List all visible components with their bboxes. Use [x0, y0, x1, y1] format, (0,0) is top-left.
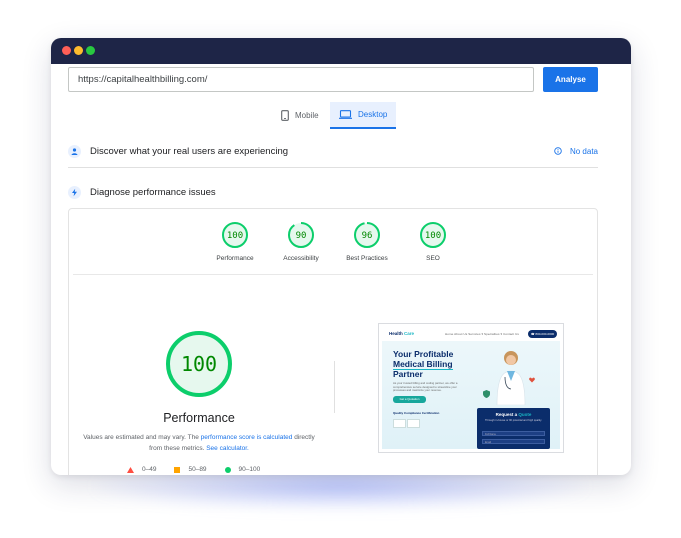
score-gauge-performance[interactable]: 100 Performance: [205, 221, 265, 262]
quote-field-name: Full Name: [482, 431, 545, 436]
logo-text: Health: [389, 331, 403, 336]
headline-line: Partner: [393, 369, 423, 379]
browser-window: Analyse Mobile Desktop Discover what you…: [51, 38, 631, 475]
thumbnail-page: Health Care Home About Us Services ▾ Spe…: [382, 327, 560, 449]
laptop-icon: [339, 110, 352, 119]
thumbnail-call-button: ☎ 800-000-0000: [528, 330, 557, 338]
gauge-value: 96: [362, 231, 373, 241]
minimize-window-dot[interactable]: [74, 46, 83, 55]
score-gauge-seo[interactable]: 100 SEO: [403, 221, 463, 262]
analyse-button[interactable]: Analyse: [543, 67, 598, 92]
report-panel: 100 Performance 90 Accessibility 96 Best…: [68, 208, 598, 475]
legend-pass: 90–100: [224, 466, 261, 473]
window-titlebar: [51, 38, 631, 64]
score-gauge-best-practices[interactable]: 96 Best Practices: [337, 221, 397, 262]
diagnose-section: Diagnose performance issues: [68, 183, 598, 201]
url-input[interactable]: [68, 67, 534, 92]
quote-title: Request a Quote: [477, 412, 550, 417]
page-screenshot-thumbnail[interactable]: Health Care Home About Us Services ▾ Spe…: [378, 323, 564, 453]
main-score-value: 100: [181, 352, 217, 376]
score-legend: 0–49 50–89 90–100: [127, 466, 278, 473]
maximize-window-dot[interactable]: [86, 46, 95, 55]
thumbnail-navbar: Health Care Home About Us Services ▾ Spe…: [382, 327, 560, 341]
score-calculated-link[interactable]: performance score is calculated: [201, 434, 293, 441]
performance-main-gauge: 100: [166, 331, 232, 397]
performance-note: Values are estimated and may vary. The p…: [79, 432, 319, 454]
legend-range: 50–89: [188, 466, 207, 473]
square-icon: [174, 466, 181, 473]
no-data-link[interactable]: No data: [554, 147, 598, 156]
thumbnail-body-text: As your trusted billing and coding partn…: [393, 381, 458, 393]
users-icon: [68, 144, 81, 158]
quote-field-email: Email: [482, 439, 545, 444]
gauges-divider: [73, 274, 593, 275]
thumbnail-badge: [407, 419, 420, 428]
quote-title-accent: Quote: [518, 412, 532, 417]
note-text: Values are estimated and may vary. The: [83, 434, 201, 441]
doctor-illustration: [496, 351, 526, 405]
diagnose-label: Diagnose performance issues: [90, 186, 216, 198]
legend-average: 50–89: [174, 466, 207, 473]
tab-desktop-label: Desktop: [358, 110, 388, 119]
gauge-value: 90: [296, 231, 307, 241]
circle-icon: [224, 466, 231, 473]
tab-mobile-label: Mobile: [295, 111, 319, 120]
thumbnail-quote-form: Request a Quote Through in-house or 90 p…: [477, 408, 550, 449]
gauge-ring: 100: [420, 222, 446, 248]
smartphone-icon: [281, 110, 289, 121]
thumbnail-headline: Your Profitable Medical Billing Partner: [393, 349, 453, 379]
gauge-label: Best Practices: [346, 255, 388, 262]
tab-mobile[interactable]: Mobile: [277, 102, 333, 129]
legend-fail: 0–49: [127, 466, 156, 473]
gauge-ring: 100: [222, 222, 248, 248]
gauge-ring: 90: [288, 222, 314, 248]
performance-title: Performance: [163, 411, 235, 425]
headline-line: Your Profitable: [393, 349, 454, 359]
vertical-divider: [334, 361, 335, 413]
thumbnail-qualification: Quality Compliance Certification: [393, 411, 440, 415]
gauge-value: 100: [425, 231, 441, 241]
discover-label: Discover what your real users are experi…: [90, 145, 289, 157]
discover-section[interactable]: Discover what your real users are experi…: [68, 142, 598, 160]
gauge-ring: 96: [354, 222, 380, 248]
quote-title-text: Request a: [495, 412, 518, 417]
no-data-label: No data: [569, 146, 598, 156]
close-window-dot[interactable]: [62, 46, 71, 55]
thumbnail-cta-button: Get a Quotation: [393, 396, 426, 403]
heart-icon: [529, 377, 535, 383]
quote-subtitle: Through in-house or 90 potential and hig…: [485, 419, 542, 422]
section-divider: [68, 167, 598, 168]
thumbnail-nav-links: Home About Us Services ▾ Specialties ▾ C…: [445, 332, 519, 336]
gauge-label: Performance: [216, 255, 254, 262]
triangle-icon: [127, 466, 134, 473]
lightning-icon: [68, 185, 81, 199]
thumbnail-badge: [393, 419, 406, 428]
legend-range: 0–49: [142, 466, 157, 473]
see-calculator-link[interactable]: See calculator.: [206, 445, 249, 452]
gauge-label: Accessibility: [283, 255, 319, 262]
thumbnail-logo: Health Care: [389, 331, 414, 336]
logo-text-accent: Care: [404, 331, 415, 336]
shield-icon: [483, 390, 490, 398]
info-icon: [554, 147, 562, 155]
legend-range: 90–100: [238, 466, 261, 473]
tab-desktop[interactable]: Desktop: [330, 102, 396, 129]
gauge-label: SEO: [426, 255, 440, 262]
score-gauges: 100 Performance 90 Accessibility 96 Best…: [69, 209, 597, 275]
gauge-value: 100: [227, 231, 243, 241]
score-gauge-accessibility[interactable]: 90 Accessibility: [271, 221, 331, 262]
